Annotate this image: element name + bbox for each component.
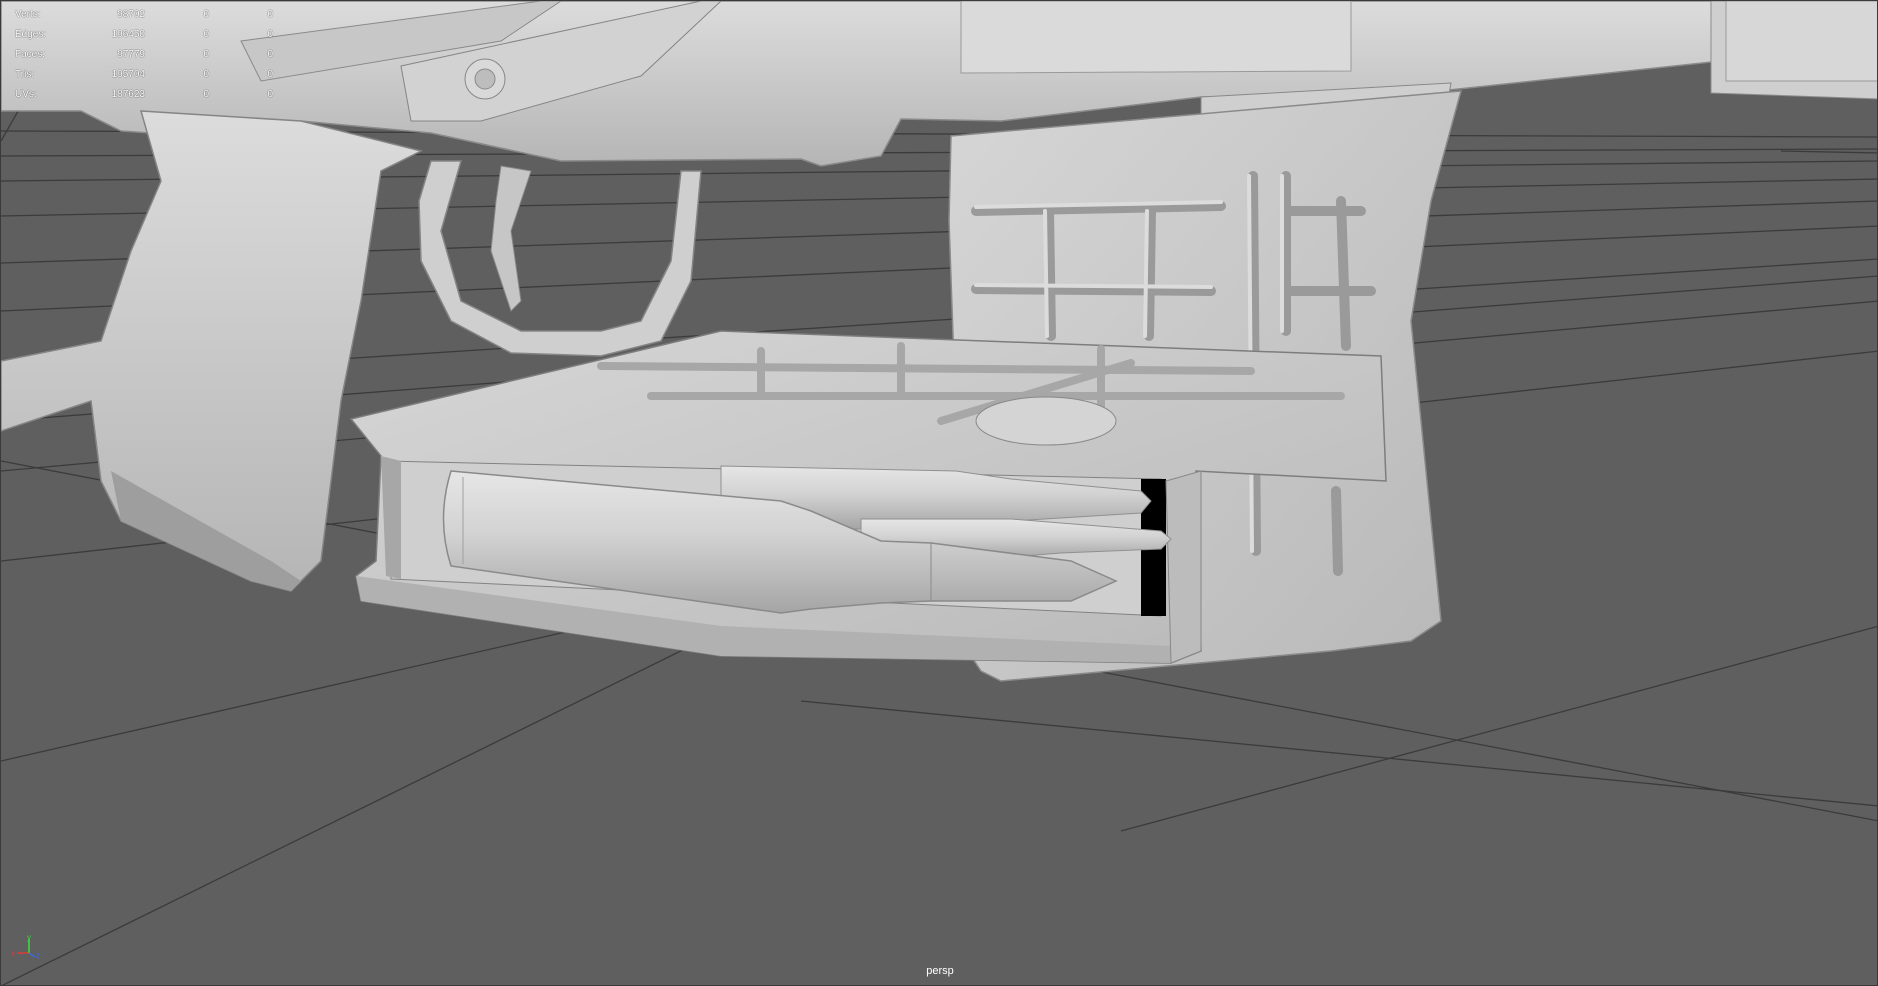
hud-row-faces: Faces: 97779 0 0: [15, 45, 273, 65]
hud-uv: 0: [267, 69, 273, 80]
hud-uv: 0: [267, 89, 273, 100]
hud-label: UVs:: [15, 89, 37, 100]
hud-selected: 0: [203, 49, 209, 60]
scene-render[interactable]: [1, 1, 1878, 986]
hud-label: Edges:: [15, 29, 47, 40]
pistol-grip: [1, 110, 424, 592]
hud-label: Faces:: [15, 49, 46, 60]
axis-gizmo: x y z: [11, 933, 41, 965]
hud-uv: 0: [267, 29, 273, 40]
hud-value: 97779: [117, 49, 145, 60]
hud-value: 196450: [111, 29, 145, 40]
hud-uv: 0: [267, 49, 273, 60]
maya-viewport[interactable]: Verts: 98702 0 0 Edges: 196450 0 0 Faces…: [0, 0, 1878, 986]
hud-row-edges: Edges: 196450 0 0: [15, 25, 273, 45]
camera-label: persp: [926, 965, 954, 977]
hud-label: Verts:: [15, 9, 41, 20]
hud-row-uvs: UVs: 187623 0 0: [15, 85, 273, 105]
axis-y-label: y: [27, 933, 31, 942]
hud-label: Tris:: [15, 69, 35, 80]
hud-value: 98702: [117, 9, 145, 20]
axis-x-label: x: [11, 949, 15, 958]
hud-uv: 0: [267, 9, 273, 20]
hud-selected: 0: [203, 9, 209, 20]
trigger-guard: [418, 160, 702, 357]
poly-count-hud: Verts: 98702 0 0 Edges: 196450 0 0 Faces…: [15, 5, 273, 105]
hud-value: 195704: [111, 69, 145, 80]
hud-selected: 0: [203, 69, 209, 80]
hud-row-tris: Tris: 195704 0 0: [15, 65, 273, 85]
hud-selected: 0: [203, 29, 209, 40]
axis-z-label: z: [36, 951, 40, 960]
hud-row-verts: Verts: 98702 0 0: [15, 5, 273, 25]
hud-selected: 0: [203, 89, 209, 100]
hud-value: 187623: [111, 89, 145, 100]
